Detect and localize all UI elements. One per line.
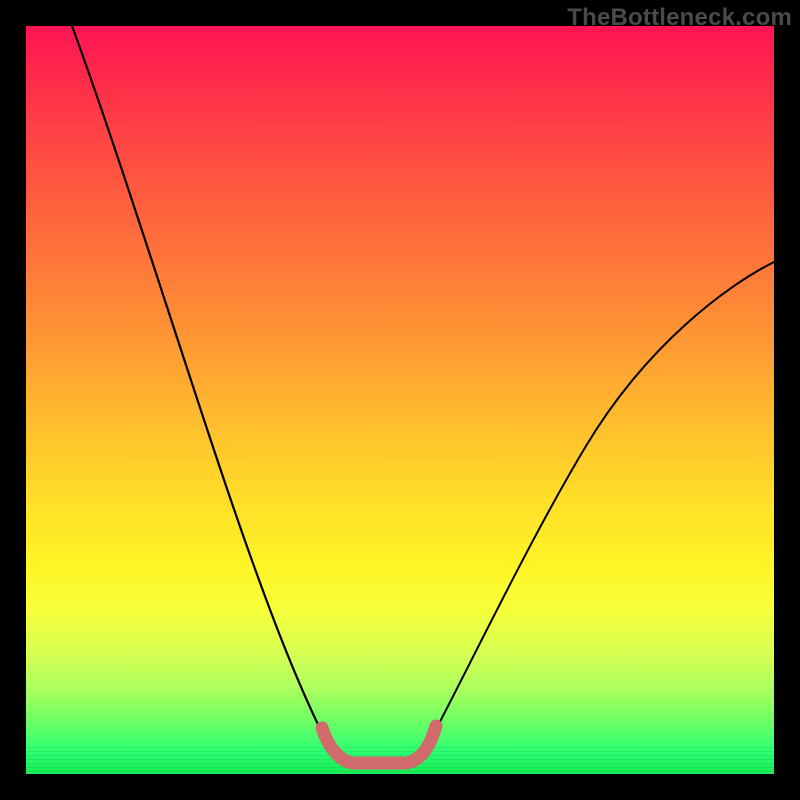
- watermark-text: TheBottleneck.com: [567, 4, 792, 32]
- left-descent-curve: [72, 26, 334, 756]
- right-ascent-curve: [422, 262, 774, 756]
- curve-layer: [26, 26, 774, 774]
- chart-frame: TheBottleneck.com: [0, 0, 800, 800]
- bottleneck-marker: [322, 726, 436, 763]
- plot-area: [26, 26, 774, 774]
